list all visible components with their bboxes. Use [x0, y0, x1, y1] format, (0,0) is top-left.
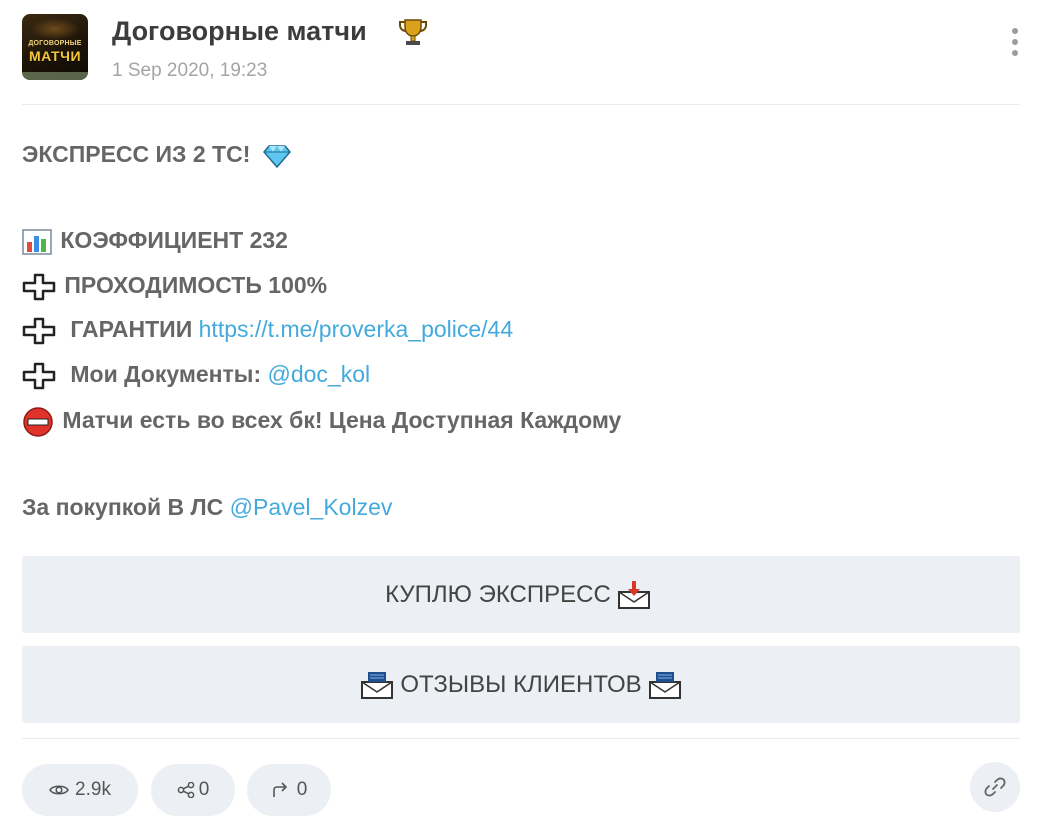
guarantee-line: ГАРАНТИИ https://t.me/proverka_police/44 — [22, 313, 513, 345]
avatar-glow — [30, 18, 80, 40]
pass-rate-line: ПРОХОДИМОСТЬ 100% — [22, 269, 327, 301]
post-date: 1 Sep 2020, 19:23 — [112, 60, 268, 81]
forwards-counter[interactable]: 0 — [247, 764, 331, 816]
client-reviews-button[interactable]: ОТЗЫВЫ КЛИЕНТОВ — [22, 646, 1020, 723]
purchase-line: За покупкой В ЛС @Pavel_Kolzev — [22, 491, 392, 523]
docs-label: Мои Документы: — [70, 361, 262, 387]
inbox-tray-icon — [617, 580, 650, 609]
headline-line: ЭКСПРЕСС ИЗ 2 ТС! — [22, 138, 293, 170]
plus-icon — [22, 317, 56, 345]
telegram-post: ДОГОВОРНЫЕ МАТЧИ Договорные матчи 1 Sep … — [22, 0, 1020, 831]
plus-icon — [22, 273, 56, 301]
buy-express-button[interactable]: КУПЛЮ ЭКСПРЕСС — [22, 556, 1020, 633]
bar-chart-icon — [22, 229, 52, 255]
purchase-link[interactable]: @Pavel_Kolzev — [230, 494, 393, 520]
bk-line: Матчи есть во всех бк! Цена Доступная Ка… — [22, 404, 622, 437]
copy-link-button[interactable] — [970, 762, 1020, 812]
client-reviews-label: ОТЗЫВЫ КЛИЕНТОВ — [400, 670, 642, 698]
shares-counter[interactable]: 0 — [151, 764, 235, 816]
coef-line: КОЭФФИЦИЕНТ 232 — [22, 224, 288, 256]
pass-rate-text: ПРОХОДИМОСТЬ 100% — [64, 272, 328, 298]
shares-count: 0 — [198, 779, 210, 800]
guarantee-link[interactable]: https://t.me/proverka_police/44 — [199, 316, 514, 342]
headline-text: ЭКСПРЕСС ИЗ 2 ТС! — [22, 141, 251, 167]
views-counter[interactable]: 2.9k — [22, 764, 138, 816]
channel-avatar[interactable]: ДОГОВОРНЫЕ МАТЧИ — [22, 14, 88, 80]
trophy-icon — [399, 19, 427, 45]
bk-text: Матчи есть во всех бк! Цена Доступная Ка… — [62, 407, 622, 433]
link-icon — [984, 777, 1006, 797]
views-count: 2.9k — [75, 779, 111, 800]
eye-icon — [49, 785, 69, 795]
coef-text: КОЭФФИЦИЕНТ 232 — [60, 227, 288, 253]
outbox-tray-icon — [361, 671, 394, 699]
docs-link[interactable]: @doc_kol — [268, 361, 371, 387]
purchase-label: За покупкой В ЛС — [22, 494, 224, 520]
more-vertical-icon[interactable] — [1010, 28, 1020, 62]
no-entry-icon — [23, 407, 53, 437]
avatar-strip — [22, 72, 88, 80]
forwards-count: 0 — [296, 779, 308, 800]
share-icon — [177, 782, 195, 798]
diamond-icon — [262, 145, 291, 168]
footer-divider — [22, 738, 1020, 739]
channel-name[interactable]: Договорные матчи — [112, 16, 367, 47]
plus-icon — [22, 362, 56, 390]
buy-express-label: КУПЛЮ ЭКСПРЕСС — [385, 580, 611, 608]
outbox-tray-icon — [648, 671, 681, 699]
guarantee-label: ГАРАНТИИ — [70, 316, 193, 342]
avatar-text-top: ДОГОВОРНЫЕ — [28, 40, 82, 47]
post-header: ДОГОВОРНЫЕ МАТЧИ Договорные матчи 1 Sep … — [22, 14, 1020, 84]
docs-line: Мои Документы: @doc_kol — [22, 358, 370, 390]
header-divider — [22, 104, 1020, 105]
forward-arrow-icon — [272, 782, 287, 797]
avatar-text-main: МАТЧИ — [28, 48, 82, 64]
